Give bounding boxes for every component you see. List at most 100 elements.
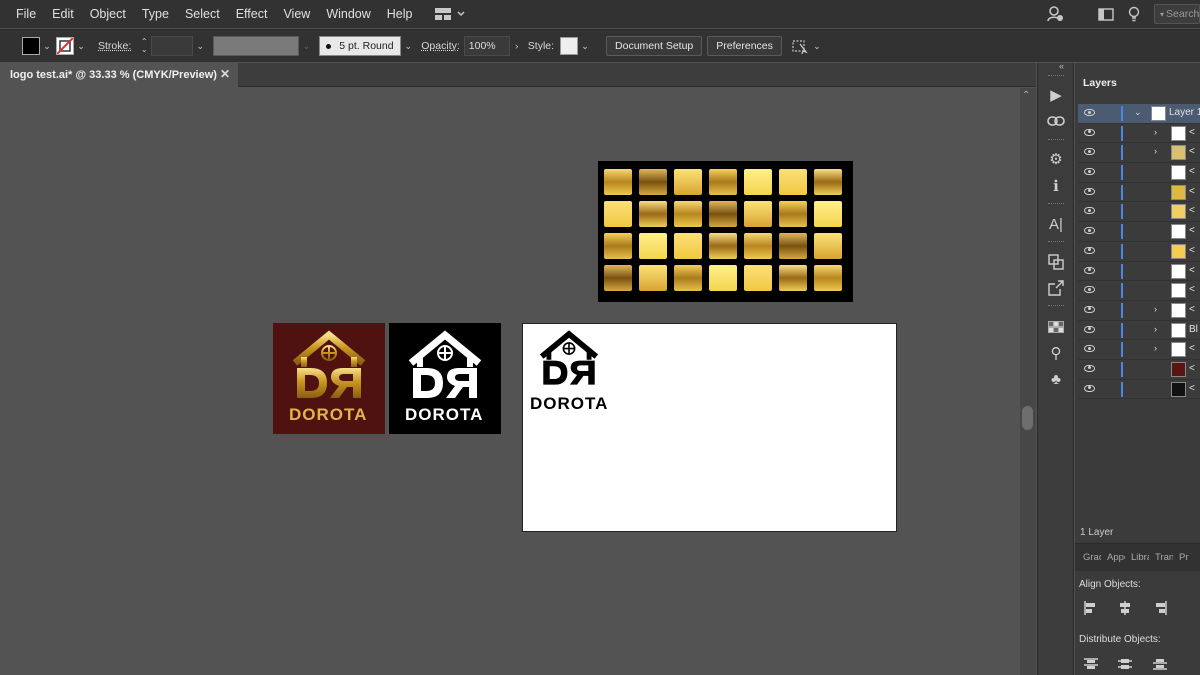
- profile-dropdown[interactable]: ⌄: [299, 36, 313, 56]
- gold-swatch[interactable]: [674, 265, 702, 291]
- gold-swatch[interactable]: [814, 265, 842, 291]
- layer-name[interactable]: <: [1189, 245, 1200, 256]
- brushes-icon[interactable]: ⚲: [1046, 343, 1066, 363]
- gold-swatch[interactable]: [639, 201, 667, 227]
- layer-name[interactable]: <: [1189, 146, 1200, 157]
- menu-help[interactable]: Help: [379, 0, 421, 28]
- layer-row[interactable]: ⌄ Layer 1: [1078, 104, 1200, 124]
- eye-icon[interactable]: [1084, 266, 1095, 274]
- gold-swatch[interactable]: [814, 233, 842, 259]
- gold-swatch[interactable]: [744, 201, 772, 227]
- gold-swatch[interactable]: [709, 265, 737, 291]
- layer-row[interactable]: › <: [1078, 301, 1200, 321]
- logo-white-artboard[interactable]: DOROTA: [522, 323, 897, 532]
- gold-swatch[interactable]: [674, 201, 702, 227]
- fill-dropdown[interactable]: ⌄: [40, 36, 54, 56]
- graphic-style-swatch[interactable]: [560, 37, 579, 55]
- eye-icon[interactable]: [1084, 384, 1095, 392]
- layer-name[interactable]: Layer 1: [1169, 107, 1200, 118]
- scroll-thumb[interactable]: [1022, 406, 1033, 430]
- gold-swatch[interactable]: [639, 233, 667, 259]
- tab-appearance[interactable]: Appe: [1107, 552, 1125, 563]
- chevron-right-icon[interactable]: ›: [1154, 146, 1157, 156]
- eye-icon[interactable]: [1084, 364, 1095, 372]
- opacity-field[interactable]: 100%: [463, 36, 510, 56]
- document-tab[interactable]: logo test.ai* @ 33.33 % (CMYK/Preview) ✕: [0, 63, 238, 87]
- layer-name[interactable]: <: [1189, 127, 1200, 138]
- info-icon[interactable]: ℹ: [1046, 176, 1066, 196]
- vertical-scrollbar[interactable]: ⌃: [1020, 88, 1036, 675]
- layer-name[interactable]: <: [1189, 166, 1200, 177]
- play-actions-icon[interactable]: ▶: [1046, 85, 1066, 105]
- logo-maroon-artwork[interactable]: DOROTA: [273, 323, 385, 434]
- distribute-bottom-icon[interactable]: [1152, 656, 1168, 672]
- layer-row[interactable]: › Bl: [1078, 321, 1200, 341]
- eye-icon[interactable]: [1084, 128, 1095, 136]
- stroke-weight-stepper[interactable]: ⌃ ⌄: [137, 36, 151, 56]
- links-icon[interactable]: [1046, 111, 1066, 131]
- gold-gradient-swatches[interactable]: [598, 161, 853, 302]
- stroke-color-swatch[interactable]: [56, 37, 74, 55]
- layer-row[interactable]: › <: [1078, 340, 1200, 360]
- eye-icon[interactable]: [1084, 305, 1095, 313]
- gold-swatch[interactable]: [709, 201, 737, 227]
- eye-icon[interactable]: [1084, 207, 1095, 215]
- gold-swatch[interactable]: [779, 265, 807, 291]
- eye-icon[interactable]: [1084, 168, 1095, 176]
- gold-swatch[interactable]: [709, 169, 737, 195]
- brush-definition[interactable]: 5 pt. Round: [319, 36, 402, 56]
- chevron-right-icon[interactable]: ›: [1154, 324, 1157, 334]
- layer-row[interactable]: <: [1078, 163, 1200, 183]
- layer-row[interactable]: › <: [1078, 143, 1200, 164]
- menu-effect[interactable]: Effect: [228, 0, 276, 28]
- layer-name[interactable]: <: [1189, 186, 1200, 197]
- gold-swatch[interactable]: [779, 169, 807, 195]
- gold-swatch[interactable]: [604, 265, 632, 291]
- menu-edit[interactable]: Edit: [44, 0, 82, 28]
- distribute-center-icon[interactable]: [1117, 656, 1133, 672]
- search-input[interactable]: ▾ Search: [1154, 4, 1200, 24]
- layer-name[interactable]: <: [1189, 265, 1200, 276]
- layer-name[interactable]: Bl: [1189, 324, 1200, 335]
- layer-row[interactable]: <: [1078, 262, 1200, 282]
- layer-name[interactable]: <: [1189, 284, 1200, 295]
- layer-row[interactable]: <: [1078, 202, 1200, 223]
- menu-object[interactable]: Object: [82, 0, 134, 28]
- stroke-weight-dropdown[interactable]: ⌄: [193, 36, 207, 56]
- gold-swatch[interactable]: [674, 233, 702, 259]
- fill-color-swatch[interactable]: [22, 37, 40, 55]
- tab-transparency[interactable]: Tran: [1155, 552, 1173, 563]
- layer-name[interactable]: <: [1189, 363, 1200, 374]
- gold-swatch[interactable]: [639, 169, 667, 195]
- layer-name[interactable]: <: [1189, 304, 1200, 315]
- document-info-icon[interactable]: ⚙: [1046, 149, 1066, 169]
- swatches-icon[interactable]: [1046, 317, 1066, 337]
- eye-icon[interactable]: [1084, 345, 1095, 353]
- layer-row[interactable]: <: [1078, 281, 1200, 301]
- gold-swatch[interactable]: [604, 169, 632, 195]
- style-dropdown[interactable]: ⌄: [578, 36, 592, 56]
- arrange-documents-icon[interactable]: [1098, 7, 1114, 21]
- chevron-right-icon[interactable]: ›: [1154, 343, 1157, 353]
- stroke-label[interactable]: Stroke:: [98, 40, 131, 52]
- chevron-right-icon[interactable]: ›: [1154, 304, 1157, 314]
- eye-icon[interactable]: [1084, 187, 1095, 195]
- opacity-arrow[interactable]: ›: [510, 36, 524, 56]
- gold-swatch[interactable]: [744, 265, 772, 291]
- select-similar-icon[interactable]: [792, 38, 810, 54]
- gold-swatch[interactable]: [744, 233, 772, 259]
- logo-black-artwork[interactable]: DOROTA: [389, 323, 501, 434]
- menu-view[interactable]: View: [275, 0, 318, 28]
- gold-swatch[interactable]: [744, 169, 772, 195]
- menu-select[interactable]: Select: [177, 0, 228, 28]
- eye-icon[interactable]: [1084, 109, 1095, 116]
- export-icon[interactable]: [1046, 278, 1066, 298]
- preferences-button[interactable]: Preferences: [707, 36, 782, 56]
- select-similar-dropdown[interactable]: ⌄: [810, 36, 824, 56]
- eye-icon[interactable]: [1084, 325, 1095, 333]
- gold-swatch[interactable]: [674, 169, 702, 195]
- gold-swatch[interactable]: [814, 201, 842, 227]
- align-left-icon[interactable]: [1083, 600, 1099, 616]
- menu-type[interactable]: Type: [134, 0, 177, 28]
- layer-name[interactable]: <: [1189, 205, 1200, 216]
